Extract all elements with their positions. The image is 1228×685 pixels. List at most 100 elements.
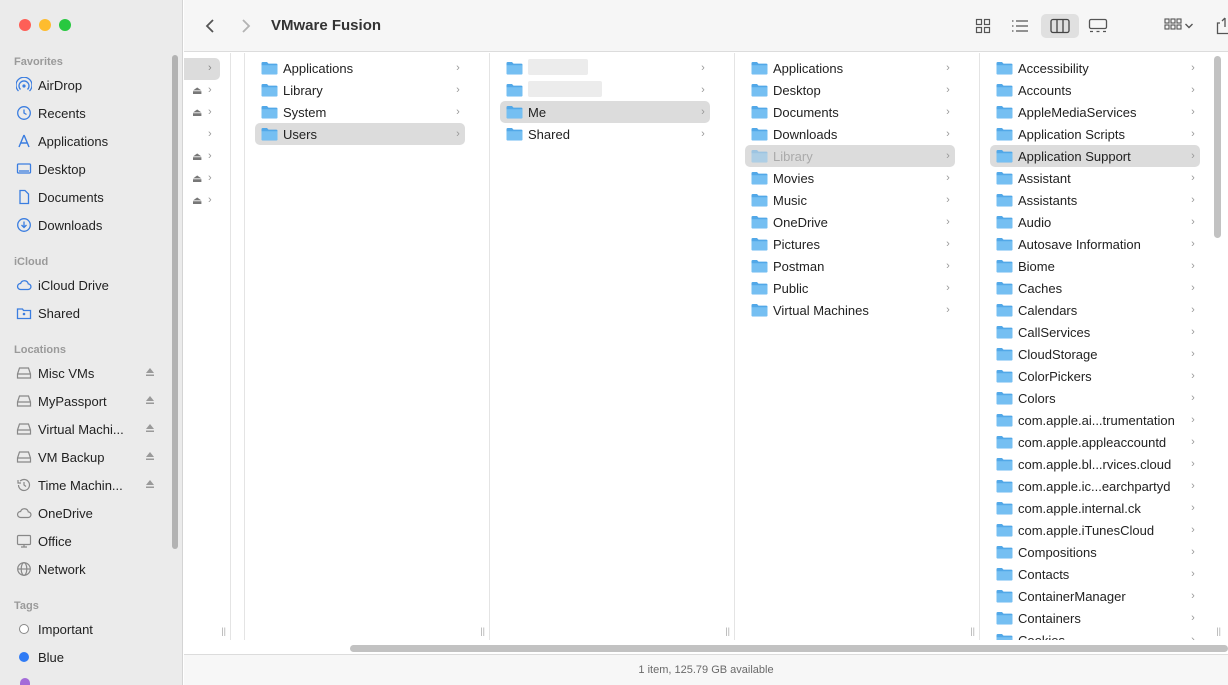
selected-volume-row[interactable] [184, 58, 220, 80]
back-button[interactable] [198, 14, 222, 38]
folder-row[interactable]: ColorPickers › [990, 365, 1200, 387]
eject-icon[interactable] [145, 451, 155, 461]
sidebar-item-applications[interactable]: Applications [10, 129, 155, 153]
folder-row[interactable]: com.apple.bl...rvices.cloud › [990, 453, 1200, 475]
folder-row[interactable]: › [500, 79, 710, 101]
eject-icon[interactable]: ⏏ [192, 84, 202, 97]
sidebar-item-onedrive[interactable]: OneDrive [10, 501, 155, 525]
folder-row[interactable]: Autosave Information › [990, 233, 1200, 255]
folder-row[interactable]: Accessibility › [990, 57, 1200, 79]
folder-row[interactable]: CallServices › [990, 321, 1200, 343]
zoom-window-button[interactable] [59, 19, 71, 31]
folder-row[interactable]: Downloads › [745, 123, 955, 145]
folder-row[interactable]: Shared › [500, 123, 710, 145]
folder-row[interactable]: Containers › [990, 607, 1200, 629]
eject-icon[interactable] [145, 479, 155, 489]
folder-row[interactable]: com.apple.iTunesCloud › [990, 519, 1200, 541]
folder-row[interactable]: Library › [745, 145, 955, 167]
eject-icon[interactable]: ⏏ [192, 172, 202, 185]
sidebar-item-documents[interactable]: Documents [10, 185, 155, 209]
folder-row[interactable]: Accounts › [990, 79, 1200, 101]
folder-row[interactable]: Audio › [990, 211, 1200, 233]
eject-icon[interactable] [145, 367, 155, 377]
folder-row[interactable]: Library › [255, 79, 465, 101]
sidebar-item-icloud-drive[interactable]: iCloud Drive [10, 273, 155, 297]
folder-row[interactable]: System › [255, 101, 465, 123]
folder-row[interactable]: com.apple.ic...earchpartyd › [990, 475, 1200, 497]
sidebar-item-virtual-machines[interactable]: Virtual Machi... [10, 417, 155, 441]
folder-row[interactable]: Applications › [745, 57, 955, 79]
chevron-right-icon: › [1191, 106, 1195, 118]
folder-row[interactable]: Calendars › [990, 299, 1200, 321]
column-view-button[interactable] [1041, 14, 1079, 38]
eject-icon[interactable] [145, 395, 155, 405]
sidebar-item-network[interactable]: Network [10, 557, 155, 581]
folder-row[interactable]: Public › [745, 277, 955, 299]
folder-row[interactable]: AppleMediaServices › [990, 101, 1200, 123]
folder-row[interactable]: com.apple.appleaccountd › [990, 431, 1200, 453]
folder-row[interactable]: Postman › [745, 255, 955, 277]
sidebar-tag-important[interactable]: Important [10, 617, 155, 641]
icon-view-button[interactable] [970, 14, 996, 38]
folder-row[interactable]: Cookies › [990, 629, 1200, 640]
column-resize-handle[interactable]: || [480, 626, 485, 636]
folder-row[interactable]: Assistant › [990, 167, 1200, 189]
share-button[interactable] [1216, 14, 1228, 38]
folder-row[interactable]: Desktop › [745, 79, 955, 101]
folder-row[interactable]: Assistants › [990, 189, 1200, 211]
eject-icon[interactable] [145, 423, 155, 433]
column-resize-handle[interactable]: || [221, 626, 226, 636]
sidebar-item-misc-vms[interactable]: Misc VMs [10, 361, 155, 385]
sidebar-item-downloads[interactable]: Downloads [10, 213, 155, 237]
folder-row[interactable]: Me › [500, 101, 710, 123]
folder-row[interactable]: Music › [745, 189, 955, 211]
column-resize-handle[interactable]: || [970, 626, 975, 636]
folder-row[interactable]: Movies › [745, 167, 955, 189]
folder-row[interactable]: Contacts › [990, 563, 1200, 585]
forward-button[interactable] [234, 14, 258, 38]
chevron-right-icon: › [1191, 568, 1195, 580]
folder-row[interactable]: ContainerManager › [990, 585, 1200, 607]
folder-row[interactable]: Compositions › [990, 541, 1200, 563]
gallery-view-button[interactable] [1084, 14, 1112, 38]
folder-name: com.apple.ai...trumentation [1018, 412, 1175, 428]
folder-row[interactable]: Users › [255, 123, 465, 145]
folder-row[interactable]: OneDrive › [745, 211, 955, 233]
eject-icon[interactable]: ⏏ [192, 150, 202, 163]
folder-row[interactable]: Documents › [745, 101, 955, 123]
column-vertical-scrollbar[interactable] [1214, 56, 1221, 238]
minimize-window-button[interactable] [39, 19, 51, 31]
folder-row[interactable]: Biome › [990, 255, 1200, 277]
sidebar-scrollbar[interactable] [172, 55, 178, 549]
sidebar-item-time-machine[interactable]: Time Machin... [10, 473, 155, 497]
folder-name: System [283, 104, 327, 120]
folder-row[interactable]: Virtual Machines › [745, 299, 955, 321]
column-resize-handle[interactable]: || [1216, 626, 1221, 636]
list-view-button[interactable] [1007, 14, 1033, 38]
eject-icon[interactable]: ⏏ [192, 194, 202, 207]
folder-row[interactable]: Application Scripts › [990, 123, 1200, 145]
folder-row[interactable]: › [500, 57, 710, 79]
folder-row[interactable]: CloudStorage › [990, 343, 1200, 365]
sidebar-item-desktop[interactable]: Desktop [10, 157, 155, 181]
group-by-button[interactable] [1159, 14, 1199, 38]
folder-row[interactable]: com.apple.ai...trumentation › [990, 409, 1200, 431]
sidebar-item-recents[interactable]: Recents [10, 101, 155, 125]
folder-row[interactable]: Applications › [255, 57, 465, 79]
horizontal-scrollbar[interactable] [350, 645, 1228, 652]
sidebar-item-mypassport[interactable]: MyPassport [10, 389, 155, 413]
folder-row[interactable]: Pictures › [745, 233, 955, 255]
sidebar-item-office[interactable]: Office [10, 529, 155, 553]
folder-row[interactable]: Application Support › [990, 145, 1200, 167]
sidebar-item-airdrop[interactable]: AirDrop [10, 73, 155, 97]
folder-row[interactable]: com.apple.internal.ck › [990, 497, 1200, 519]
column-resize-handle[interactable]: || [725, 626, 730, 636]
sidebar-item-vm-backup[interactable]: VM Backup [10, 445, 155, 469]
close-window-button[interactable] [19, 19, 31, 31]
eject-icon[interactable]: ⏏ [192, 106, 202, 119]
folder-row[interactable]: Colors › [990, 387, 1200, 409]
sidebar-item-shared[interactable]: Shared [10, 301, 155, 325]
chevron-right-icon: › [1191, 348, 1195, 360]
folder-row[interactable]: Caches › [990, 277, 1200, 299]
sidebar-tag-blue[interactable]: Blue [10, 645, 155, 669]
